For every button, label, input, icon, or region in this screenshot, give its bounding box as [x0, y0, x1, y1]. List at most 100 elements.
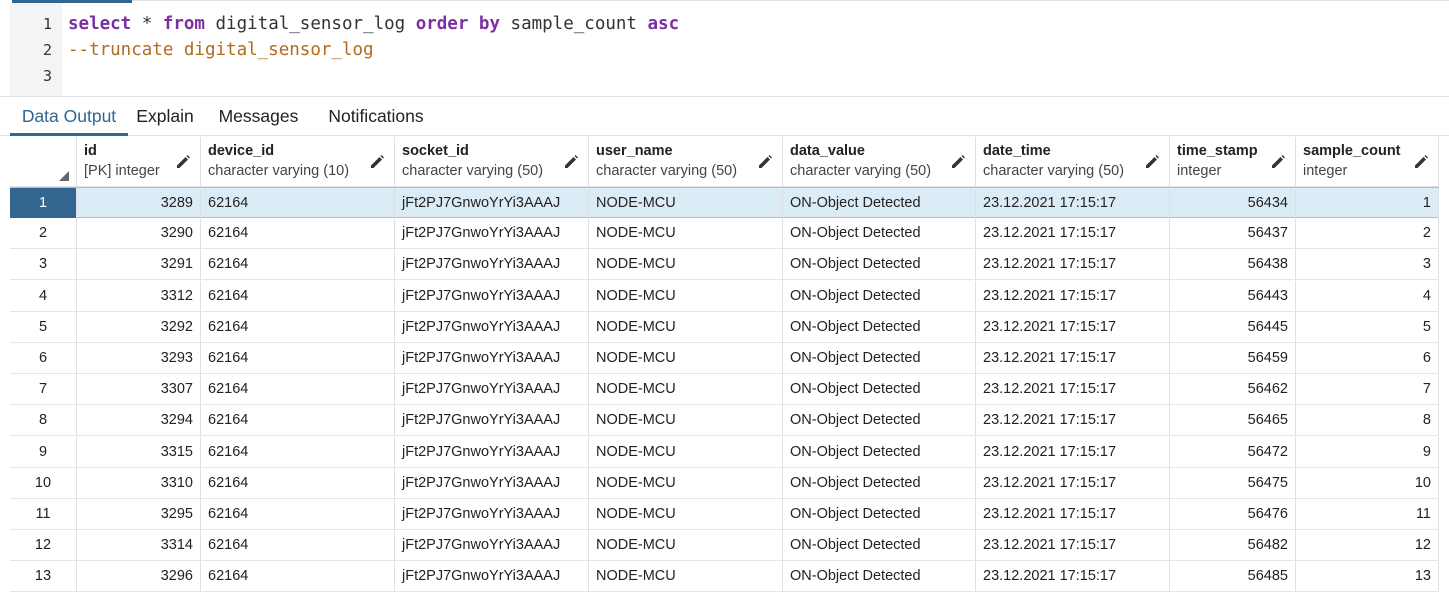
- cell-time-stamp[interactable]: 56472: [1170, 436, 1296, 467]
- cell-time-stamp[interactable]: 56434: [1170, 188, 1296, 218]
- pencil-icon[interactable]: [1269, 153, 1287, 171]
- table-row[interactable]: 12 3314 62164 jFt2PJ7GnwoYrYi3AAAJ NODE-MCU O…: [10, 530, 1439, 562]
- cell-user-name[interactable]: NODE-MCU: [589, 188, 783, 218]
- cell-sample-count[interactable]: 9: [1296, 436, 1439, 467]
- pencil-icon[interactable]: [174, 153, 192, 171]
- code-line[interactable]: 3: [10, 63, 1440, 89]
- cell-id[interactable]: 3290: [77, 218, 201, 249]
- cell-date-time[interactable]: 23.12.2021 17:15:17: [976, 405, 1170, 436]
- cell-date-time[interactable]: 23.12.2021 17:15:17: [976, 499, 1170, 529]
- cell-sample-count[interactable]: 4: [1296, 280, 1439, 311]
- cell-socket-id[interactable]: jFt2PJ7GnwoYrYi3AAAJ: [395, 436, 589, 467]
- row-number[interactable]: 4: [10, 280, 77, 311]
- cell-user-name[interactable]: NODE-MCU: [589, 436, 783, 467]
- pencil-icon[interactable]: [1412, 153, 1430, 171]
- tab-explain[interactable]: Explain: [131, 97, 199, 136]
- cell-socket-id[interactable]: jFt2PJ7GnwoYrYi3AAAJ: [395, 311, 589, 342]
- row-number[interactable]: 3: [10, 249, 77, 280]
- cell-user-name[interactable]: NODE-MCU: [589, 561, 783, 592]
- cell-user-name[interactable]: NODE-MCU: [589, 280, 783, 311]
- row-number[interactable]: 7: [10, 374, 77, 405]
- cell-socket-id[interactable]: jFt2PJ7GnwoYrYi3AAAJ: [395, 188, 589, 218]
- cell-device-id[interactable]: 62164: [201, 405, 395, 436]
- cell-user-name[interactable]: NODE-MCU: [589, 249, 783, 280]
- cell-device-id[interactable]: 62164: [201, 436, 395, 467]
- cell-data-value[interactable]: ON-Object Detected: [783, 561, 976, 592]
- column-header-socket-id[interactable]: socket_id character varying (50): [395, 137, 589, 187]
- cell-data-value[interactable]: ON-Object Detected: [783, 499, 976, 529]
- cell-device-id[interactable]: 62164: [201, 311, 395, 342]
- cell-user-name[interactable]: NODE-MCU: [589, 343, 783, 373]
- cell-time-stamp[interactable]: 56437: [1170, 218, 1296, 249]
- cell-device-id[interactable]: 62164: [201, 188, 395, 218]
- column-header-time-stamp[interactable]: time_stamp integer: [1170, 137, 1296, 187]
- cell-data-value[interactable]: ON-Object Detected: [783, 530, 976, 561]
- cell-id[interactable]: 3314: [77, 530, 201, 561]
- cell-sample-count[interactable]: 1: [1296, 188, 1439, 218]
- cell-id[interactable]: 3291: [77, 249, 201, 280]
- cell-user-name[interactable]: NODE-MCU: [589, 467, 783, 498]
- column-header-sample-count[interactable]: sample_count integer: [1296, 137, 1439, 187]
- cell-sample-count[interactable]: 3: [1296, 249, 1439, 280]
- row-number[interactable]: 2: [10, 218, 77, 249]
- cell-data-value[interactable]: ON-Object Detected: [783, 343, 976, 373]
- cell-date-time[interactable]: 23.12.2021 17:15:17: [976, 374, 1170, 405]
- cell-id[interactable]: 3315: [77, 436, 201, 467]
- cell-socket-id[interactable]: jFt2PJ7GnwoYrYi3AAAJ: [395, 218, 589, 249]
- cell-socket-id[interactable]: jFt2PJ7GnwoYrYi3AAAJ: [395, 467, 589, 498]
- cell-date-time[interactable]: 23.12.2021 17:15:17: [976, 561, 1170, 592]
- pencil-icon[interactable]: [949, 153, 967, 171]
- cell-device-id[interactable]: 62164: [201, 218, 395, 249]
- cell-time-stamp[interactable]: 56462: [1170, 374, 1296, 405]
- row-number[interactable]: 12: [10, 530, 77, 561]
- cell-date-time[interactable]: 23.12.2021 17:15:17: [976, 530, 1170, 561]
- cell-socket-id[interactable]: jFt2PJ7GnwoYrYi3AAAJ: [395, 343, 589, 373]
- cell-device-id[interactable]: 62164: [201, 499, 395, 529]
- table-row[interactable]: 6 3293 62164 jFt2PJ7GnwoYrYi3AAAJ NODE-MCU ON…: [10, 343, 1439, 374]
- cell-date-time[interactable]: 23.12.2021 17:15:17: [976, 436, 1170, 467]
- tab-notifications[interactable]: Notifications: [318, 97, 434, 136]
- tab-data-output[interactable]: Data Output: [10, 97, 128, 136]
- cell-socket-id[interactable]: jFt2PJ7GnwoYrYi3AAAJ: [395, 561, 589, 592]
- column-header-date-time[interactable]: date_time character varying (50): [976, 137, 1170, 187]
- cell-date-time[interactable]: 23.12.2021 17:15:17: [976, 280, 1170, 311]
- pencil-icon[interactable]: [756, 153, 774, 171]
- table-row[interactable]: 2 3290 62164 jFt2PJ7GnwoYrYi3AAAJ NODE-MCU ON…: [10, 218, 1439, 250]
- table-row[interactable]: 10 3310 62164 jFt2PJ7GnwoYrYi3AAAJ NODE-MCU O…: [10, 467, 1439, 499]
- cell-data-value[interactable]: ON-Object Detected: [783, 467, 976, 498]
- cell-time-stamp[interactable]: 56475: [1170, 467, 1296, 498]
- column-header-data-value[interactable]: data_value character varying (50): [783, 137, 976, 187]
- table-row[interactable]: 5 3292 62164 jFt2PJ7GnwoYrYi3AAAJ NODE-MCU ON…: [10, 311, 1439, 343]
- table-row[interactable]: 4 3312 62164 jFt2PJ7GnwoYrYi3AAAJ NODE-MCU ON…: [10, 280, 1439, 312]
- table-row[interactable]: 11 3295 62164 jFt2PJ7GnwoYrYi3AAAJ NODE-MCU O…: [10, 499, 1439, 530]
- cell-time-stamp[interactable]: 56476: [1170, 499, 1296, 529]
- cell-data-value[interactable]: ON-Object Detected: [783, 311, 976, 342]
- pencil-icon[interactable]: [562, 153, 580, 171]
- cell-device-id[interactable]: 62164: [201, 467, 395, 498]
- cell-sample-count[interactable]: 5: [1296, 311, 1439, 342]
- cell-time-stamp[interactable]: 56459: [1170, 343, 1296, 373]
- row-number[interactable]: 5: [10, 311, 77, 342]
- grid-corner[interactable]: [10, 137, 77, 187]
- column-header-device-id[interactable]: device_id character varying (10): [201, 137, 395, 187]
- cell-user-name[interactable]: NODE-MCU: [589, 530, 783, 561]
- cell-date-time[interactable]: 23.12.2021 17:15:17: [976, 188, 1170, 218]
- cell-sample-count[interactable]: 2: [1296, 218, 1439, 249]
- cell-time-stamp[interactable]: 56438: [1170, 249, 1296, 280]
- cell-id[interactable]: 3307: [77, 374, 201, 405]
- table-row[interactable]: 9 3315 62164 jFt2PJ7GnwoYrYi3AAAJ NODE-MCU ON…: [10, 436, 1439, 468]
- cell-socket-id[interactable]: jFt2PJ7GnwoYrYi3AAAJ: [395, 280, 589, 311]
- cell-sample-count[interactable]: 7: [1296, 374, 1439, 405]
- cell-sample-count[interactable]: 6: [1296, 343, 1439, 373]
- table-row[interactable]: 3 3291 62164 jFt2PJ7GnwoYrYi3AAAJ NODE-MCU ON…: [10, 249, 1439, 281]
- cell-data-value[interactable]: ON-Object Detected: [783, 374, 976, 405]
- cell-device-id[interactable]: 62164: [201, 530, 395, 561]
- table-row[interactable]: 8 3294 62164 jFt2PJ7GnwoYrYi3AAAJ NODE-MCU ON…: [10, 405, 1439, 437]
- cell-time-stamp[interactable]: 56443: [1170, 280, 1296, 311]
- row-number[interactable]: 1: [10, 188, 77, 218]
- cell-socket-id[interactable]: jFt2PJ7GnwoYrYi3AAAJ: [395, 405, 589, 436]
- cell-data-value[interactable]: ON-Object Detected: [783, 280, 976, 311]
- cell-date-time[interactable]: 23.12.2021 17:15:17: [976, 467, 1170, 498]
- cell-data-value[interactable]: ON-Object Detected: [783, 405, 976, 436]
- cell-time-stamp[interactable]: 56465: [1170, 405, 1296, 436]
